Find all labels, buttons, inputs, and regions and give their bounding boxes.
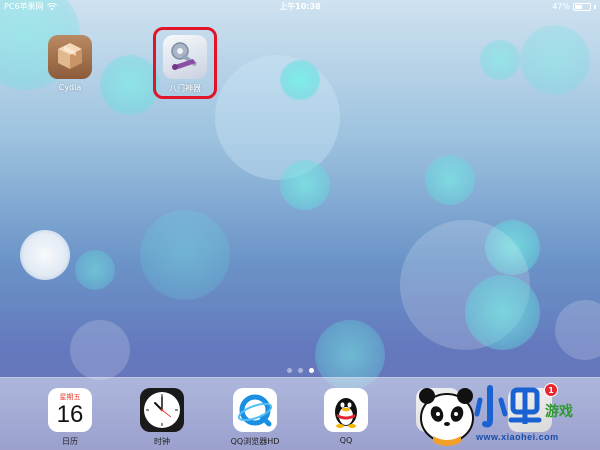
app-label: Cydia	[58, 83, 82, 92]
dock-app-calendar[interactable]: 星期五 16 日历	[40, 388, 100, 447]
bokeh-light	[465, 275, 540, 350]
highlight-annotation-box	[153, 27, 217, 99]
page-indicator[interactable]	[0, 368, 600, 373]
app-label: 日历	[62, 437, 78, 446]
page-dot[interactable]	[297, 368, 303, 373]
calendar-date: 16	[56, 401, 84, 428]
dock-app-qq[interactable]: QQ	[316, 388, 376, 445]
bokeh-light	[215, 55, 340, 180]
battery-tip	[594, 5, 596, 9]
bokeh-light	[100, 55, 160, 115]
bokeh-light	[20, 230, 70, 280]
battery-level-fill	[575, 5, 582, 9]
qq-browser-icon	[233, 388, 277, 432]
watermark-url: www.xiaohei.com	[476, 432, 559, 442]
bokeh-light	[425, 155, 475, 205]
battery-icon	[573, 3, 591, 11]
svg-text:游戏: 游戏	[545, 403, 573, 420]
bokeh-light	[280, 160, 330, 210]
status-time: 上午10:38	[279, 2, 321, 11]
clock-icon	[140, 388, 184, 432]
bokeh-light	[75, 250, 115, 290]
bokeh-light	[280, 60, 320, 100]
dock-app-clock[interactable]: 时钟	[132, 388, 192, 447]
bokeh-light	[555, 300, 600, 360]
panda-mascot-icon	[419, 388, 474, 446]
page-dot[interactable]	[308, 368, 314, 373]
app-label: QQ浏览器HD	[230, 437, 280, 446]
status-right: 47%	[552, 0, 596, 14]
page-dot[interactable]	[286, 368, 292, 373]
app-label: 时钟	[154, 437, 170, 446]
bokeh-light	[520, 25, 590, 95]
qq-penguin-icon	[324, 388, 368, 432]
cydia-box-icon	[48, 35, 92, 79]
status-bar: PC6苹果网 上午10:38 47%	[0, 0, 600, 14]
app-cydia[interactable]: Cydia	[40, 35, 100, 92]
dock-app-qq-browser-hd[interactable]: QQ浏览器HD	[225, 388, 285, 447]
bokeh-light	[480, 40, 520, 80]
bokeh-light	[140, 210, 230, 300]
calendar-icon: 星期五 16	[48, 388, 92, 432]
app-label: QQ	[339, 436, 353, 445]
logo-lettering: 游戏	[474, 385, 573, 428]
battery-percent: 47%	[552, 2, 570, 11]
